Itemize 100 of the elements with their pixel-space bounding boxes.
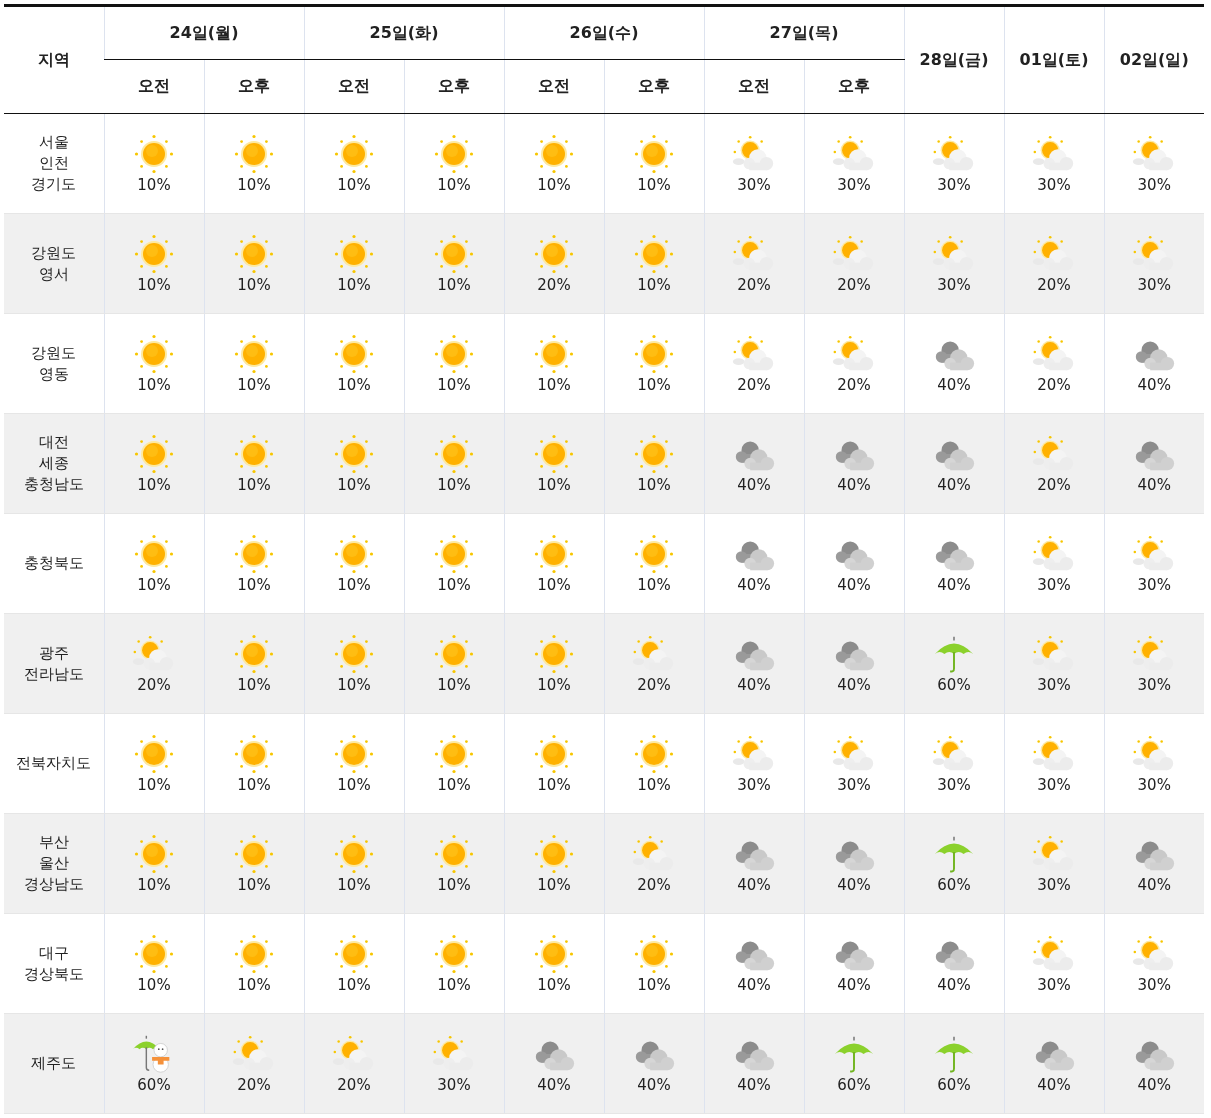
period-header: 오후 xyxy=(804,59,904,114)
rain-chance: 30% xyxy=(736,775,772,794)
rain-chance: 10% xyxy=(236,575,272,594)
rain-chance: 10% xyxy=(536,775,572,794)
rain-chance: 10% xyxy=(636,575,672,594)
rain-chance: 10% xyxy=(436,175,472,194)
rain-chance: 40% xyxy=(1136,475,1172,494)
rain-chance: 10% xyxy=(136,375,172,394)
period-header: 오전 xyxy=(304,59,404,114)
rain-chance: 10% xyxy=(536,375,572,394)
rain-chance: 10% xyxy=(236,775,272,794)
rain-chance: 40% xyxy=(1136,875,1172,894)
rain-chance: 10% xyxy=(436,675,472,694)
rain-chance: 20% xyxy=(736,375,772,394)
rain-chance: 10% xyxy=(436,475,472,494)
region-name: 대전 세종 충청남도 xyxy=(23,432,84,495)
rain-chance: 10% xyxy=(136,575,172,594)
rain-chance: 10% xyxy=(636,475,672,494)
rain-chance: 10% xyxy=(336,475,372,494)
rain-chance: 30% xyxy=(936,775,972,794)
rain-chance: 30% xyxy=(1036,175,1072,194)
period-header: 오전 xyxy=(104,59,204,114)
rain-chance: 10% xyxy=(436,875,472,894)
period-header: 오후 xyxy=(204,59,304,114)
rain-chance: 60% xyxy=(936,675,972,694)
region-name: 부산 울산 경상남도 xyxy=(23,832,84,895)
rain-chance: 20% xyxy=(836,275,872,294)
rain-chance: 10% xyxy=(636,375,672,394)
rain-chance: 40% xyxy=(936,975,972,994)
rain-chance: 10% xyxy=(136,775,172,794)
rain-chance: 40% xyxy=(836,675,872,694)
rain-chance: 10% xyxy=(536,875,572,894)
rain-chance: 40% xyxy=(936,575,972,594)
rain-chance: 30% xyxy=(1036,875,1072,894)
period-header: 오전 xyxy=(704,59,804,114)
rain-chance: 10% xyxy=(436,775,472,794)
rain-chance: 60% xyxy=(136,1075,172,1094)
rain-chance: 20% xyxy=(536,275,572,294)
rain-chance: 10% xyxy=(336,775,372,794)
rain-chance: 10% xyxy=(436,375,472,394)
rain-chance: 60% xyxy=(836,1075,872,1094)
rain-chance: 10% xyxy=(236,375,272,394)
rain-chance: 20% xyxy=(1036,475,1072,494)
rain-chance: 30% xyxy=(1036,775,1072,794)
rain-chance: 40% xyxy=(1136,1075,1172,1094)
rain-chance: 10% xyxy=(636,175,672,194)
rain-chance: 30% xyxy=(736,175,772,194)
rain-chance: 10% xyxy=(336,175,372,194)
rain-chance: 10% xyxy=(136,175,172,194)
region-name: 충청북도 xyxy=(23,553,84,574)
rain-chance: 10% xyxy=(436,975,472,994)
rain-chance: 10% xyxy=(536,675,572,694)
rain-chance: 10% xyxy=(636,275,672,294)
period-header: 오후 xyxy=(404,59,504,114)
rain-chance: 40% xyxy=(836,875,872,894)
rain-chance: 30% xyxy=(1136,775,1172,794)
rain-chance: 10% xyxy=(636,975,672,994)
rain-chance: 10% xyxy=(536,475,572,494)
rain-chance: 10% xyxy=(236,175,272,194)
region-header: 지역 xyxy=(4,5,104,114)
day-header: 01일(토) xyxy=(1004,5,1104,114)
rain-chance: 20% xyxy=(636,675,672,694)
rain-chance: 20% xyxy=(736,275,772,294)
rain-chance: 20% xyxy=(836,375,872,394)
rain-chance: 40% xyxy=(736,475,772,494)
rain-chance: 30% xyxy=(1136,975,1172,994)
period-header: 오전 xyxy=(504,59,604,114)
rain-chance: 40% xyxy=(836,475,872,494)
rain-chance: 10% xyxy=(236,875,272,894)
rain-chance: 30% xyxy=(1136,575,1172,594)
rain-chance: 20% xyxy=(336,1075,372,1094)
rain-chance: 10% xyxy=(636,775,672,794)
rain-chance: 10% xyxy=(336,375,372,394)
rain-chance: 10% xyxy=(336,575,372,594)
rain-chance: 40% xyxy=(736,1075,772,1094)
region-name: 대구 경상북도 xyxy=(23,942,84,985)
day-header: 24일(월) xyxy=(104,5,304,60)
rain-chance: 30% xyxy=(1136,275,1172,294)
rain-chance: 30% xyxy=(1136,175,1172,194)
rain-chance: 30% xyxy=(1036,675,1072,694)
rain-chance: 40% xyxy=(536,1075,572,1094)
rain-chance: 10% xyxy=(536,575,572,594)
rain-chance: 40% xyxy=(636,1075,672,1094)
region-name: 강원도 영서 xyxy=(31,242,77,285)
rain-chance: 40% xyxy=(836,975,872,994)
rain-chance: 10% xyxy=(336,675,372,694)
rain-chance: 10% xyxy=(236,275,272,294)
rain-chance: 10% xyxy=(236,975,272,994)
rain-chance: 10% xyxy=(336,975,372,994)
day-header: 27일(목) xyxy=(704,5,904,60)
day-header: 25일(화) xyxy=(304,5,504,60)
rain-chance: 40% xyxy=(836,575,872,594)
day-header: 26일(수) xyxy=(504,5,704,60)
rain-chance: 10% xyxy=(336,275,372,294)
rain-chance: 10% xyxy=(136,275,172,294)
rain-chance: 10% xyxy=(436,575,472,594)
rain-chance: 60% xyxy=(936,1075,972,1094)
rain-chance: 20% xyxy=(636,875,672,894)
rain-chance: 10% xyxy=(236,675,272,694)
region-name: 서울 인천 경기도 xyxy=(31,132,77,195)
